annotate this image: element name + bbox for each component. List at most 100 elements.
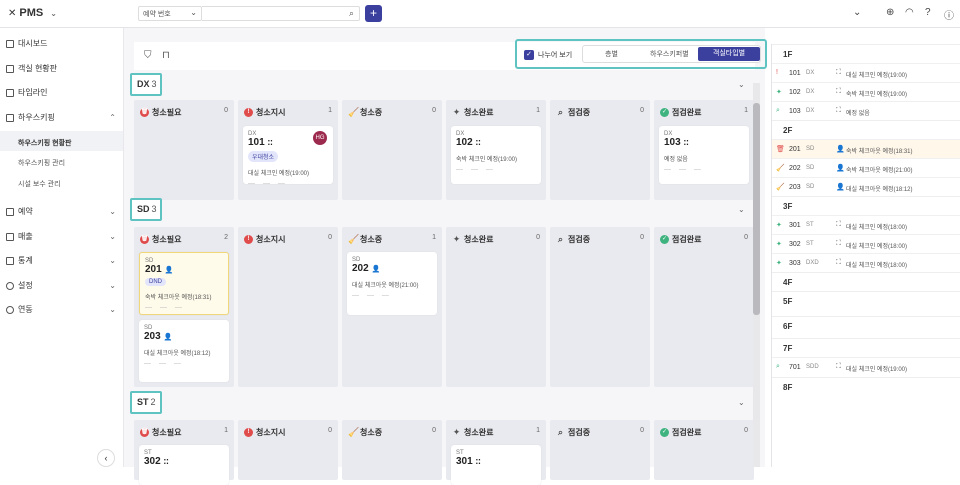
person-icon: 👤 [836, 165, 845, 172]
floor-room-row[interactable]: 🗑 201 SD 👤 숙박 체크아웃 예정(18:31) [772, 139, 960, 158]
floor-room-row[interactable]: ✦ 102 DX ⛶ 숙박 체크인 예정(19:00) [772, 82, 960, 101]
person-icon: 👤 [163, 334, 173, 341]
segment-housekeeper[interactable]: 하우스키퍼별 [650, 49, 689, 59]
broom-icon: 🧹 [776, 184, 785, 191]
scrollbar-thumb[interactable] [753, 103, 760, 315]
room-card[interactable]: DX 102 ⁚⁚ 숙박 체크인 예정(19:00) — — — [451, 126, 541, 184]
sidebar-item-sales[interactable]: 매출 ⌄ [6, 231, 118, 242]
sidebar-item-room-board[interactable]: 객실 현황판 [6, 63, 118, 74]
sparkle-icon: ✦ [776, 89, 782, 96]
chevron-down-icon[interactable]: ⌄ [738, 205, 745, 214]
floor-room-row[interactable]: ⌕ 103 DX ⛶ 예정 없음 [772, 101, 960, 120]
card-footer: — — — [144, 360, 184, 367]
broom-icon: 🧹 [348, 427, 360, 437]
group-header-dx[interactable]: DX 3 [130, 73, 162, 96]
app-logo[interactable]: ✕ PMS ⌄ [8, 7, 57, 19]
add-button[interactable]: + [365, 5, 382, 22]
expand-icon: ⛶ [836, 107, 841, 114]
room-card[interactable]: DX 101 ⁚⁚ 우대청소 HG 대실 체크인 예정(19:00) — — — [243, 126, 333, 187]
room-card[interactable]: ST 302 ⁚⁚ [139, 445, 229, 485]
card-footer: — — — [664, 166, 704, 173]
logo-icon: ✕ [8, 7, 17, 19]
status-column: ! 청소지시 0 [238, 227, 338, 387]
card-note: 숙박 체크아웃 예정(18:31) [145, 295, 212, 301]
split-view-label: 나누어 보기 [538, 52, 573, 59]
sidebar-item-stats[interactable]: 통계 ⌄ [6, 255, 118, 266]
sidebar-collapse-button[interactable]: ‹ [97, 449, 115, 467]
dots-icon: ⁚⁚ [267, 140, 273, 147]
floor-header: 3F [772, 196, 960, 215]
segment-floor[interactable]: 층별 [605, 49, 618, 59]
column-count: 0 [328, 234, 332, 241]
expand-icon: ⛶ [836, 363, 841, 370]
lock-icon[interactable]: ⊓ [162, 50, 170, 61]
status-column: 🧹 청소중 1 SD 202 👤 대실 체크아웃 예정(21:00) — — — [342, 227, 442, 387]
group-header-st[interactable]: ST 2 [130, 391, 162, 414]
floor-room-row[interactable]: ! 101 DX ⛶ 대실 체크인 예정(19:00) [772, 63, 960, 82]
sidebar-item-settings[interactable]: 설정 ⌄ [6, 280, 118, 291]
room-number: 302 ⁚⁚ [144, 456, 169, 467]
info-icon[interactable]: ⓘ [944, 7, 954, 22]
globe-icon[interactable]: ⊕ [886, 7, 894, 18]
search-icon[interactable]: ⌕ [349, 8, 354, 19]
room-number: 203 👤 [144, 331, 173, 342]
column-count: 1 [432, 234, 436, 241]
sparkle-icon: ✦ [776, 260, 782, 267]
floor-room-row[interactable]: 🧹 202 SD 👤 숙박 체크아웃 예정(21:00) [772, 158, 960, 177]
sidebar-item-integration[interactable]: 연동 ⌄ [6, 304, 118, 315]
search-icon: ⌕ [557, 234, 564, 244]
segment-room-type[interactable]: 객실타입별 [698, 47, 760, 61]
trash-icon: 🗑 [776, 146, 785, 153]
chevron-down-icon[interactable]: ⌄ [853, 7, 861, 18]
floor-room-row[interactable]: ✦ 303 DXD ⛶ 대실 체크인 예정(18:00) [772, 253, 960, 272]
sparkle-icon: ✦ [776, 241, 782, 248]
column-count: 0 [640, 427, 644, 434]
group-by-segment: 층별 하우스키퍼별 객실타입별 [582, 45, 761, 63]
room-card[interactable]: SD 203 👤 대실 체크아웃 예정(18:12) — — — [139, 320, 229, 382]
person-icon: 👤 [836, 146, 845, 153]
card-footer: — — — [248, 180, 288, 187]
board-toolbar: ⛉ ⊓ ✓ 나누어 보기 층별 하우스키퍼별 객실타입별 [134, 39, 767, 70]
split-view-checkbox[interactable]: ✓ [524, 50, 534, 60]
broom-icon: 🧹 [776, 165, 785, 172]
gear-icon [6, 281, 14, 290]
floor-header: 1F [772, 44, 960, 63]
card-note: 숙박 체크인 예정(19:00) [456, 157, 517, 163]
room-card[interactable]: ST 301 ⁚⁚ [451, 445, 541, 485]
floor-room-row[interactable]: ✦ 301 ST ⛶ 대실 체크인 예정(18:00) [772, 215, 960, 234]
floor-room-row[interactable]: ⌕ 701 SDD ⛶ 대실 체크인 예정(19:00) [772, 357, 960, 376]
floor-room-row[interactable]: ✦ 302 ST ⛶ 대실 체크인 예정(18:00) [772, 234, 960, 253]
room-card[interactable]: SD 201 👤 DND 숙박 체크아웃 예정(18:31) — — — [139, 252, 229, 315]
sidebar-sub-housekeeping-manage[interactable]: 하우스키핑 관리 [18, 158, 65, 168]
group-header-sd[interactable]: SD 3 [130, 198, 162, 221]
room-card[interactable]: SD 202 👤 대실 체크아웃 예정(21:00) — — — [347, 252, 437, 315]
column-header: ! 청소지시 [244, 234, 285, 245]
search-type-select[interactable]: 예약 번호 ⌄ [138, 6, 202, 21]
main-board: ⛉ ⊓ ✓ 나누어 보기 층별 하우스키퍼별 객실타입별 DX 3 ⌄ 🗑 청소필요… [124, 28, 767, 485]
calendar-icon [6, 207, 14, 216]
room-card[interactable]: DX 103 ⁚⁚ 예정 없음 — — — [659, 126, 749, 184]
sidebar-sub-housekeeping-board[interactable]: 하우스키핑 현황판 [18, 138, 71, 148]
floor-header: 8F [772, 377, 960, 396]
sparkle-icon: ✦ [452, 234, 461, 244]
sidebar-item-reservation[interactable]: 예약 ⌄ [6, 206, 118, 217]
top-bar: ✕ PMS ⌄ 예약 번호 ⌄ ⌕ + ⌄ ⊕ ◠ ? ⓘ [0, 0, 960, 28]
floor-room-row[interactable]: 🧹 203 SD 👤 대실 체크아웃 예정(18:12) [772, 177, 960, 196]
app-title: PMS [19, 7, 44, 19]
sparkle-icon: ✦ [452, 107, 461, 117]
avatar[interactable]: HG [313, 131, 327, 145]
sidebar-item-timeline[interactable]: 타임라인 [6, 87, 118, 98]
wifi-icon[interactable]: ◠ [905, 7, 914, 18]
sidebar-item-dashboard[interactable]: 대시보드 [6, 38, 118, 49]
sidebar-item-housekeeping[interactable]: 하우스키핑 ⌃ [6, 112, 118, 123]
column-header: ✓ 점검완료 [660, 428, 702, 437]
help-icon[interactable]: ? [925, 7, 931, 18]
filter-icon[interactable]: ⛉ [144, 50, 152, 61]
chevron-down-icon[interactable]: ⌄ [738, 80, 745, 89]
chevron-down-icon[interactable]: ⌄ [738, 398, 745, 407]
floor-header: 2F [772, 120, 960, 139]
room-number: 202 👤 [352, 263, 381, 274]
column-count: 0 [744, 234, 748, 241]
sidebar-sub-facility[interactable]: 시설 보수 관리 [18, 179, 61, 189]
search-input[interactable]: ⌕ [202, 6, 360, 21]
